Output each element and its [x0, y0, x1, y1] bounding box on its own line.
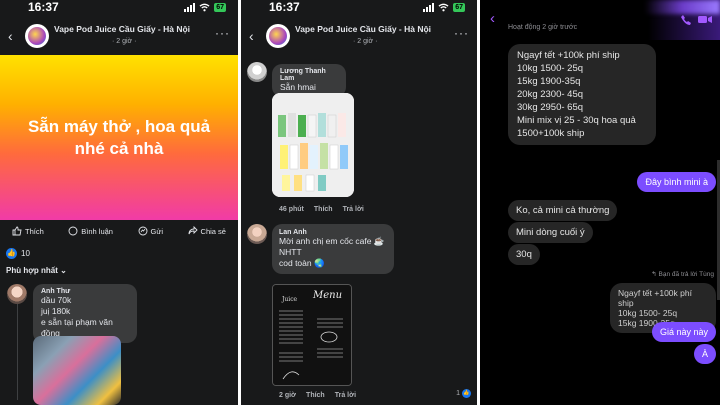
reply-link[interactable]: Trả lời — [335, 392, 356, 399]
like-link[interactable]: Thích — [306, 392, 325, 399]
comment-line: NHTT — [279, 247, 302, 257]
product-bottles-image — [272, 93, 354, 197]
wifi-icon — [438, 3, 449, 12]
comment-line: juị 180k — [41, 306, 71, 316]
commenter-avatar[interactable] — [247, 62, 267, 82]
menu-juice-label: Juice — [282, 296, 298, 303]
more-options-icon[interactable]: ··· — [215, 26, 230, 40]
page-name[interactable]: Vape Pod Juice Cầu Giấy - Hà Nội — [295, 24, 431, 34]
chat-header: ‹ Hoạt động 2 giờ trước — [480, 0, 720, 40]
banner-line-2: nhé cả nhà — [74, 138, 164, 158]
comment-sort-dropdown[interactable]: Phù hợp nhất ⌄ — [6, 266, 67, 275]
comment-time: 2 giờ — [279, 392, 297, 399]
comment-line: dầu 70k — [41, 295, 72, 305]
post-header: ‹ Vape Pod Juice Cầu Giấy - Hà Nội · 2 g… — [241, 20, 477, 54]
comment-meta: 2 giờ Thích Trả lời — [279, 392, 356, 399]
incoming-message[interactable]: 30q — [508, 244, 540, 265]
comment-text: Sẵn hmai — [280, 82, 316, 92]
video-call-icon[interactable] — [698, 14, 712, 25]
messenger-icon — [138, 226, 147, 236]
message-line: 15kg 1900-35q — [517, 76, 581, 87]
signal-icon — [184, 3, 196, 12]
comment-bubble[interactable]: Anh Thư dầu 70k juị 180k e sẵn tại phạm … — [33, 284, 137, 343]
quote-line: Ngayf tết +100k phí ship — [618, 288, 692, 308]
thread-line — [17, 300, 18, 400]
message-line: Ngayf tết +100k phí ship — [517, 50, 620, 61]
message-line: 10kg 1500- 25q — [517, 63, 584, 74]
like-reaction-icon: 👍 — [462, 389, 471, 398]
share-button[interactable]: Chia sẻ — [188, 223, 226, 239]
outgoing-message[interactable]: À — [693, 344, 716, 364]
comment-bubble[interactable]: Lan Anh Mời anh chị em cốc cafe ☕ NHTT c… — [272, 224, 394, 274]
back-chevron-icon[interactable]: ‹ — [8, 28, 13, 44]
comment-like-count[interactable]: 1 👍 — [456, 389, 471, 398]
comment-line: cod toàn 🌏 — [279, 258, 325, 268]
more-options-icon[interactable]: ··· — [454, 26, 469, 40]
message-line: 30kg 2950- 65q — [517, 102, 584, 113]
share-icon — [188, 226, 198, 235]
status-bar: 16:37 67 — [241, 0, 477, 18]
like-button[interactable]: Thích — [12, 223, 44, 239]
comment-button[interactable]: Bình luận — [68, 223, 113, 239]
send-button[interactable]: Gửi — [138, 223, 163, 239]
like-link[interactable]: Thích — [314, 206, 333, 213]
page-avatar[interactable] — [266, 24, 290, 48]
post-banner[interactable]: Sẵn máy thở , hoa quả nhé cả nhà — [0, 55, 238, 220]
outgoing-message[interactable]: Đây bình mini à — [637, 172, 716, 192]
battery-icon: 67 — [214, 3, 226, 12]
comment-photo[interactable] — [33, 336, 121, 405]
thumbs-up-icon — [12, 226, 22, 236]
comment-line: Mời anh chị em cốc cafe ☕ — [279, 236, 385, 246]
reply-link[interactable]: Trả lời — [343, 206, 364, 213]
post-actions: Thích Bình luận Gửi Chia sẻ — [0, 223, 238, 239]
commenter-name[interactable]: Lương Thanh Lam — [280, 68, 338, 82]
banner-line-1: Sẵn máy thở , hoa quả — [27, 116, 211, 136]
phone-call-icon[interactable] — [680, 14, 692, 26]
status-bar: 16:37 67 — [0, 0, 238, 18]
incoming-message[interactable]: Mini dòng cuối ý — [508, 222, 593, 243]
incoming-message[interactable]: Ko, cả mini cả thường — [508, 200, 618, 221]
back-chevron-icon[interactable]: ‹ — [249, 28, 254, 44]
message-line: 1500+100k ship — [517, 128, 585, 139]
messenger-chat-panel: ‹ Hoạt động 2 giờ trước Ngayf tết +100k … — [480, 0, 720, 405]
wifi-icon — [199, 3, 210, 12]
battery-icon: 67 — [453, 3, 465, 12]
status-time: 16:37 — [269, 0, 300, 14]
back-chevron-icon[interactable]: ‹ — [490, 10, 495, 27]
post-time: · 2 giờ · — [112, 38, 137, 45]
activity-status: Hoạt động 2 giờ trước — [508, 24, 578, 31]
facebook-comments-panel: 16:37 67 ‹ Vape Pod Juice Cầu Giấy - Hà … — [241, 0, 477, 405]
menu-title: Menu — [313, 290, 343, 301]
signal-icon — [423, 3, 435, 12]
commenter-avatar[interactable] — [247, 224, 267, 244]
reaction-count: 10 — [21, 249, 30, 258]
quote-line: 10kg 1500- 25q — [618, 308, 678, 318]
reaction-summary[interactable]: 👍 10 — [6, 248, 30, 259]
like-count-number: 1 — [456, 390, 460, 397]
comment-icon — [68, 226, 78, 236]
message-line: 20kg 2300- 45q — [517, 89, 584, 100]
commenter-name[interactable]: Lan Anh — [279, 229, 387, 236]
incoming-message[interactable]: Ngayf tết +100k phí ship 10kg 1500- 25q … — [508, 44, 656, 145]
page-avatar[interactable] — [25, 24, 49, 48]
outgoing-message[interactable]: Giá này này — [651, 322, 716, 342]
menu-card-image[interactable]: Juice Menu — [272, 284, 352, 386]
like-reaction-icon: 👍 — [6, 248, 17, 259]
commenter-name[interactable]: Anh Thư — [41, 288, 129, 295]
commenter-avatar[interactable] — [7, 284, 27, 304]
status-time: 16:37 — [28, 0, 59, 14]
message-line: Mini mix vị 25 - 30q hoa quả — [517, 115, 636, 126]
page-name[interactable]: Vape Pod Juice Cầu Giấy - Hà Nội — [54, 24, 190, 34]
redacted-area — [645, 0, 720, 14]
comment-meta: 46 phút Thích Trả lời — [279, 206, 364, 213]
comment-photo[interactable] — [272, 93, 354, 197]
post-header: ‹ Vape Pod Juice Cầu Giấy - Hà Nội · 2 g… — [0, 20, 238, 54]
facebook-post-panel: 16:37 67 ‹ Vape Pod Juice Cầu Giấy - Hà … — [0, 0, 238, 405]
comment-time: 46 phút — [279, 206, 304, 213]
post-time: · 2 giờ · — [353, 38, 378, 45]
reply-indicator: ↰ Bạn đã trả lời Tùng — [651, 271, 714, 278]
